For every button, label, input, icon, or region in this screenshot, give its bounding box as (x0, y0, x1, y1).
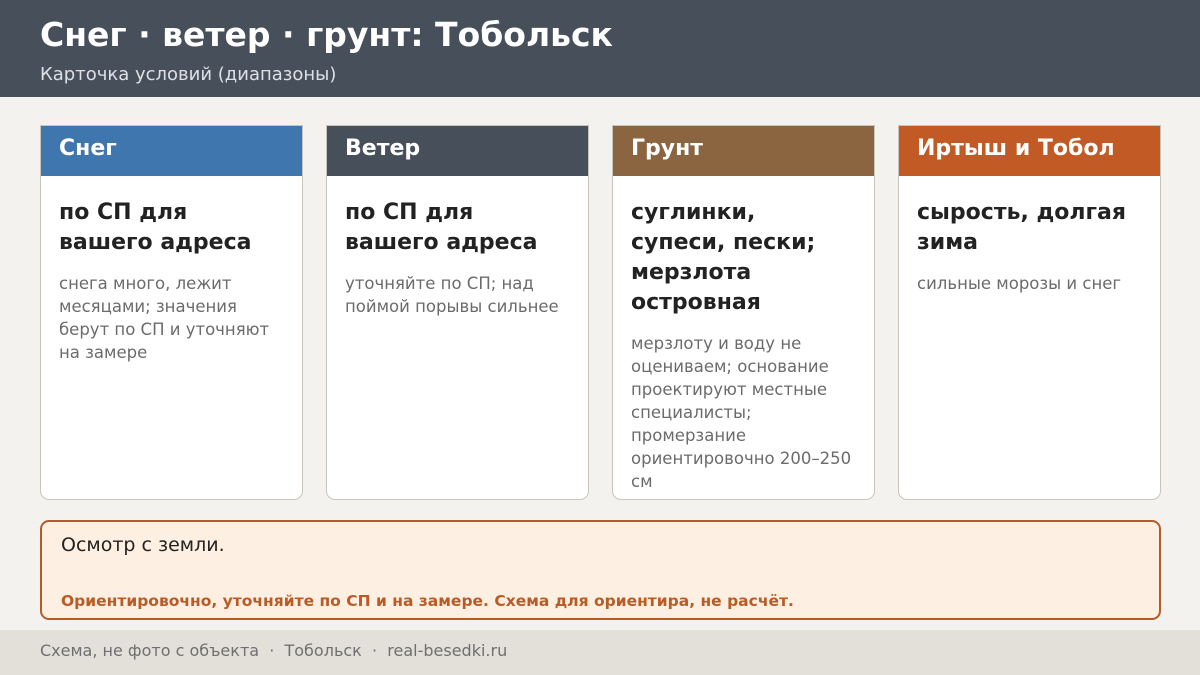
page-title: Снег · ветер · грунт: Тобольск (40, 15, 613, 54)
card-wind-value: по СП для вашего адреса (345, 200, 538, 255)
card-soil-heading: Грунт (613, 126, 874, 176)
card-rivers-note: сильные морозы и снег (917, 274, 1122, 293)
footer-text: Схема, не фото с объекта · Тобольск · re… (40, 641, 508, 660)
notice-warning: Ориентировочно, уточняйте по СП и на зам… (61, 592, 794, 610)
card-snow-note: снега много, лежит месяцами; значения бе… (59, 274, 270, 362)
card-wind-heading: Ветер (327, 126, 588, 176)
card-snow-heading: Снег (41, 126, 302, 176)
page-header: Снег · ветер · грунт: Тобольск Карточка … (0, 0, 1200, 97)
notice-box: Осмотр с земли. Ориентировочно, уточняйт… (40, 520, 1161, 620)
card-soil-value: суглинки, супеси, пески; мерзлота остров… (631, 200, 816, 315)
card-rivers: Иртыш и Тобол сырость, долгая зима сильн… (898, 125, 1161, 500)
card-snow-value: по СП для вашего адреса (59, 200, 252, 255)
card-snow: Снег по СП для вашего адреса снега много… (40, 125, 303, 500)
card-rivers-value: сырость, долгая зима (917, 200, 1126, 255)
notice-text: Осмотр с земли. (61, 534, 225, 556)
page-subtitle: Карточка условий (диапазоны) (40, 64, 337, 85)
card-wind-note: уточняйте по СП; над поймой порывы сильн… (345, 274, 559, 316)
page-footer: Схема, не фото с объекта · Тобольск · re… (0, 630, 1200, 675)
card-soil-note: мерзлоту и воду не оцениваем; основание … (631, 334, 852, 491)
card-wind: Ветер по СП для вашего адреса уточняйте … (326, 125, 589, 500)
card-soil: Грунт суглинки, супеси, пески; мерзлота … (612, 125, 875, 500)
card-rivers-heading: Иртыш и Тобол (899, 126, 1160, 176)
